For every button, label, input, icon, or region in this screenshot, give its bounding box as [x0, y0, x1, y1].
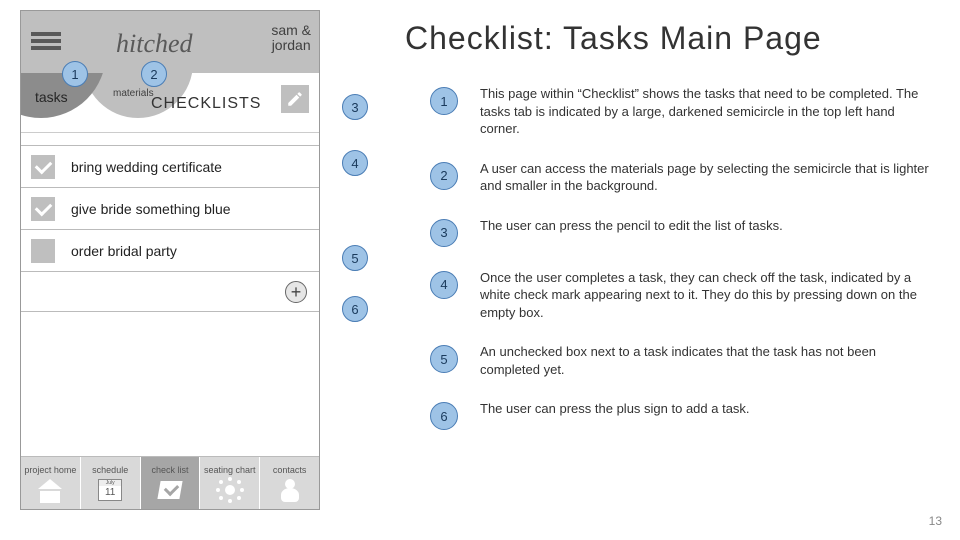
user-name[interactable]: sam & jordan	[271, 23, 311, 54]
task-label: give bride something blue	[71, 201, 231, 217]
task-list: bring wedding certificate give bride som…	[21, 145, 319, 272]
annotation-number: 5	[430, 345, 458, 373]
annotation-text: This page within “Checklist” shows the t…	[480, 85, 930, 138]
pencil-icon	[286, 90, 304, 108]
phone-mockup: hitched sam & jordan materials tasks CHE…	[20, 10, 320, 510]
annotation-title: Checklist: Tasks Main Page	[405, 20, 822, 57]
nav-label: check list	[151, 465, 188, 475]
annotation-text: Once the user completes a task, they can…	[480, 269, 930, 322]
home-icon	[36, 477, 64, 503]
annotation-badge-2: 2	[141, 61, 167, 87]
annotation-badge-3: 3	[342, 94, 368, 120]
annotation-row: 3 The user can press the pencil to edit …	[430, 217, 930, 247]
annotation-text: An unchecked box next to a task indicate…	[480, 343, 930, 378]
checkbox-icon[interactable]	[31, 155, 55, 179]
task-label: order bridal party	[71, 243, 177, 259]
task-row[interactable]: bring wedding certificate	[21, 146, 319, 188]
tab-tasks-label: tasks	[35, 89, 68, 105]
user-line-1: sam &	[271, 23, 311, 38]
annotation-row: 4 Once the user completes a task, they c…	[430, 269, 930, 322]
nav-contacts[interactable]: contacts	[260, 457, 319, 509]
edit-button[interactable]	[281, 85, 309, 113]
annotation-row: 2 A user can access the materials page b…	[430, 160, 930, 195]
bottom-nav: project home schedule July 11 check list…	[21, 456, 319, 509]
calendar-day: 11	[99, 486, 121, 500]
calendar-icon: July 11	[96, 477, 124, 503]
annotation-row: 6 The user can press the plus sign to ad…	[430, 400, 930, 430]
annotation-number: 4	[430, 271, 458, 299]
add-task-area: +	[21, 272, 319, 312]
annotation-number: 6	[430, 402, 458, 430]
nav-seating[interactable]: seating chart	[200, 457, 260, 509]
nav-label: seating chart	[204, 465, 256, 475]
tab-materials-label: materials	[113, 88, 154, 99]
annotation-row: 1 This page within “Checklist” shows the…	[430, 85, 930, 138]
checkbox-icon[interactable]	[31, 239, 55, 263]
user-line-2: jordan	[271, 38, 311, 53]
task-row[interactable]: order bridal party	[21, 230, 319, 272]
check-icon	[156, 477, 184, 503]
annotation-badge-4: 4	[342, 150, 368, 176]
page-number: 13	[929, 514, 942, 528]
annotation-number: 1	[430, 87, 458, 115]
hamburger-icon[interactable]	[31, 29, 61, 53]
annotation-number: 2	[430, 162, 458, 190]
annotation-badge-5: 5	[342, 245, 368, 271]
page-title: CHECKLISTS	[151, 95, 261, 113]
annotation-text: The user can press the pencil to edit th…	[480, 217, 783, 235]
annotation-badge-6: 6	[342, 296, 368, 322]
checkbox-icon[interactable]	[31, 197, 55, 221]
nav-checklist[interactable]: check list	[141, 457, 201, 509]
task-label: bring wedding certificate	[71, 159, 222, 175]
annotation-list: 1 This page within “Checklist” shows the…	[430, 85, 930, 452]
annotation-text: The user can press the plus sign to add …	[480, 400, 750, 418]
nav-label: contacts	[273, 465, 307, 475]
annotation-badge-1: 1	[62, 61, 88, 87]
nav-project-home[interactable]: project home	[21, 457, 81, 509]
plus-icon: +	[291, 283, 302, 301]
nav-label: project home	[24, 465, 76, 475]
contacts-icon	[276, 477, 304, 503]
add-task-button[interactable]: +	[285, 281, 307, 303]
annotation-number: 3	[430, 219, 458, 247]
app-logo: hitched	[116, 29, 193, 59]
task-row[interactable]: give bride something blue	[21, 188, 319, 230]
annotation-text: A user can access the materials page by …	[480, 160, 930, 195]
annotation-row: 5 An unchecked box next to a task indica…	[430, 343, 930, 378]
nav-label: schedule	[92, 465, 128, 475]
seating-icon	[216, 477, 244, 503]
nav-schedule[interactable]: schedule July 11	[81, 457, 141, 509]
